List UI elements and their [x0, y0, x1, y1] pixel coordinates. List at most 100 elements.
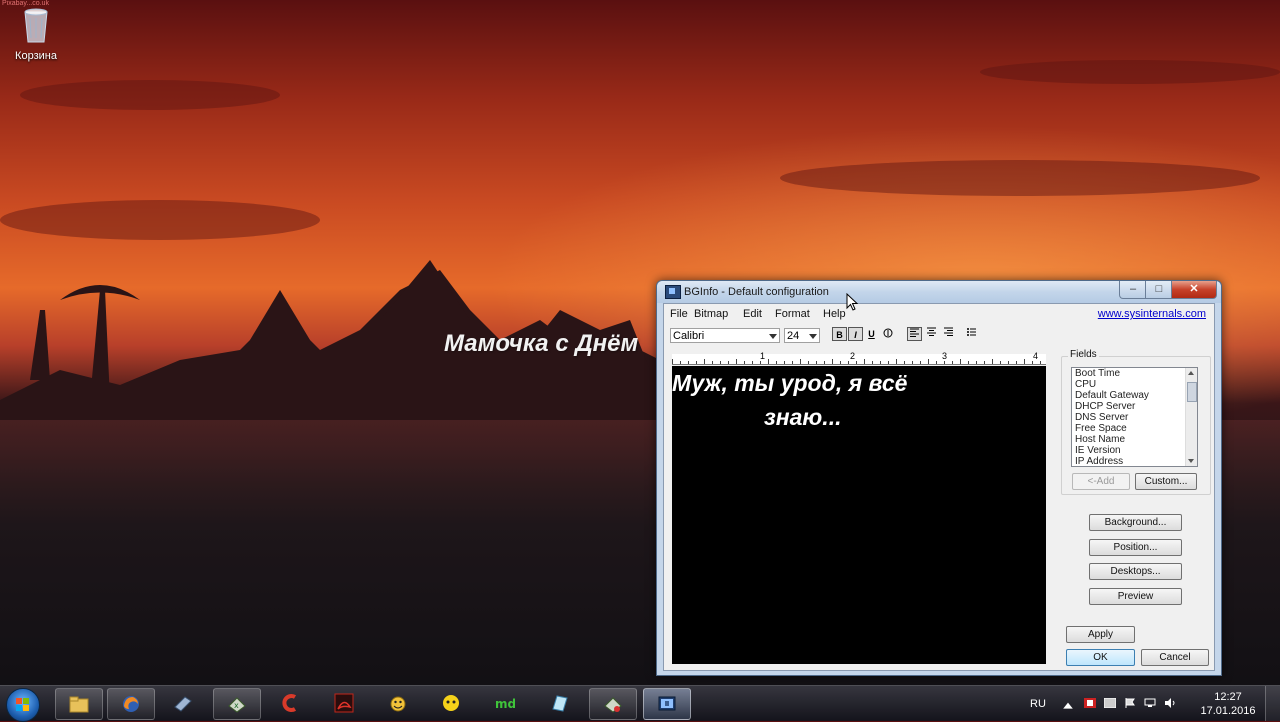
close-button[interactable]: ✕	[1171, 281, 1217, 299]
apply-button[interactable]: Apply	[1066, 626, 1135, 643]
notepad-icon	[552, 695, 568, 712]
volume-icon[interactable]	[1164, 698, 1176, 708]
taskbar-ccleaner[interactable]	[267, 688, 313, 718]
tray-expand-icon[interactable]	[1062, 700, 1074, 710]
taskbar-md[interactable]: md	[482, 688, 528, 718]
taskbar-bginfo[interactable]	[643, 688, 691, 720]
italic-button[interactable]: I	[848, 327, 863, 341]
list-item[interactable]: Host Name	[1072, 434, 1197, 445]
font-color-button[interactable]	[880, 327, 895, 341]
menu-help[interactable]: Help	[823, 308, 846, 320]
ruler-tick	[688, 361, 689, 364]
show-desktop-button[interactable]	[1265, 686, 1280, 721]
taskbar-notepad[interactable]	[536, 688, 582, 718]
taskbar-explorer[interactable]	[55, 688, 103, 720]
taskbar-scanner[interactable]	[160, 688, 206, 718]
title-bar[interactable]: BGInfo - Default configuration – □ ✕	[657, 281, 1221, 303]
ruler-tick	[832, 359, 833, 364]
menu-bitmap[interactable]: Bitmap	[694, 308, 728, 320]
wallpaper-cloud	[780, 160, 1260, 196]
ruler-tick	[728, 361, 729, 364]
menu-format[interactable]: Format	[775, 308, 810, 320]
taskbar-edit[interactable]	[589, 688, 637, 720]
bold-button[interactable]: B	[832, 327, 847, 341]
ruler: 1 2 3 4	[672, 351, 1046, 365]
ruler-tick	[792, 361, 793, 364]
maximize-button[interactable]: □	[1145, 281, 1173, 299]
bginfo-icon	[658, 696, 676, 711]
taskbar-excel[interactable]: x	[213, 688, 261, 720]
menu-edit[interactable]: Edit	[743, 308, 762, 320]
ruler-tick	[896, 359, 897, 364]
sysinternals-link[interactable]: www.sysinternals.com	[1098, 308, 1206, 320]
network-icon[interactable]	[1144, 698, 1156, 708]
list-item[interactable]: Default Gateway	[1072, 390, 1197, 401]
ruler-tick	[888, 361, 889, 364]
list-item[interactable]: DNS Server	[1072, 412, 1197, 423]
list-item[interactable]: IP Address	[1072, 456, 1197, 466]
bullets-button[interactable]	[964, 327, 979, 341]
ccleaner-icon	[282, 694, 297, 712]
list-item[interactable]: DHCP Server	[1072, 401, 1197, 412]
ok-button[interactable]: OK	[1066, 649, 1135, 666]
start-button[interactable]	[6, 688, 40, 722]
svg-text:md: md	[495, 697, 515, 711]
minimize-button[interactable]: –	[1119, 281, 1147, 299]
menu-file[interactable]: File	[670, 308, 688, 320]
taskbar-cyberghost[interactable]	[428, 688, 474, 718]
fields-group: Fields Boot Time CPU Default Gateway DHC…	[1061, 349, 1211, 495]
ruler-tick	[816, 361, 817, 364]
align-right-button[interactable]	[941, 327, 956, 341]
preview-button[interactable]: Preview	[1089, 588, 1182, 605]
align-left-button[interactable]	[907, 327, 922, 341]
font-size-value: 24	[787, 330, 800, 342]
ruler-tick	[856, 361, 857, 364]
taskbar-emoticon[interactable]	[375, 688, 421, 718]
underline-button[interactable]: U	[864, 327, 879, 341]
fields-list[interactable]: Boot Time CPU Default Gateway DHCP Serve…	[1071, 367, 1198, 467]
wallpaper-cloud	[980, 60, 1280, 84]
ruler-tick	[944, 361, 945, 364]
ruler-tick	[736, 359, 737, 364]
ruler-tick	[1008, 361, 1009, 364]
font-name-select[interactable]: Calibri	[670, 328, 780, 343]
list-scrollbar[interactable]	[1185, 368, 1197, 466]
recycle-bin[interactable]: Корзина	[8, 4, 64, 62]
ruler-tick	[696, 361, 697, 364]
position-button[interactable]: Position...	[1089, 539, 1182, 556]
editor-line: Муж, ты урод, я всё	[672, 370, 908, 396]
background-button[interactable]: Background...	[1089, 514, 1182, 531]
md-icon: md	[495, 697, 515, 711]
ruler-tick	[912, 361, 913, 364]
ruler-number: 2	[850, 351, 856, 361]
ruler-tick	[808, 361, 809, 364]
font-size-select[interactable]: 24	[784, 328, 820, 343]
chevron-down-icon	[809, 334, 817, 339]
add-field-button[interactable]: <-Add	[1072, 473, 1130, 490]
list-item[interactable]: CPU	[1072, 379, 1197, 390]
list-item[interactable]: Free Space	[1072, 423, 1197, 434]
list-item[interactable]: IE Version	[1072, 445, 1197, 456]
scroll-up-icon[interactable]	[1188, 371, 1194, 375]
taskbar-firefox[interactable]	[107, 688, 155, 720]
desktops-button[interactable]: Desktops...	[1089, 563, 1182, 580]
ruler-tick	[672, 359, 673, 364]
scroll-thumb[interactable]	[1187, 382, 1197, 402]
custom-button[interactable]: Custom...	[1135, 473, 1197, 490]
clock[interactable]: 12:27 17.01.2016	[1198, 690, 1258, 718]
scroll-down-icon[interactable]	[1188, 459, 1194, 463]
align-center-button[interactable]	[924, 327, 939, 341]
ruler-tick	[720, 361, 721, 364]
language-indicator[interactable]: RU	[1030, 698, 1046, 710]
chevron-down-icon	[769, 334, 777, 339]
format-toolbar: Calibri 24 B I U	[664, 324, 1214, 346]
list-item[interactable]: Boot Time	[1072, 368, 1197, 379]
wallpaper-text: Мамочка с Днём	[444, 330, 639, 357]
taskbar-acrobat[interactable]	[321, 688, 367, 718]
align-right-icon	[944, 327, 953, 336]
flag-icon[interactable]	[1124, 698, 1136, 708]
antivirus-icon[interactable]	[1084, 698, 1096, 708]
shield-icon[interactable]	[1104, 698, 1116, 708]
text-editor[interactable]: Муж, ты урод, я всё знаю...	[672, 366, 1046, 664]
cancel-button[interactable]: Cancel	[1141, 649, 1209, 666]
